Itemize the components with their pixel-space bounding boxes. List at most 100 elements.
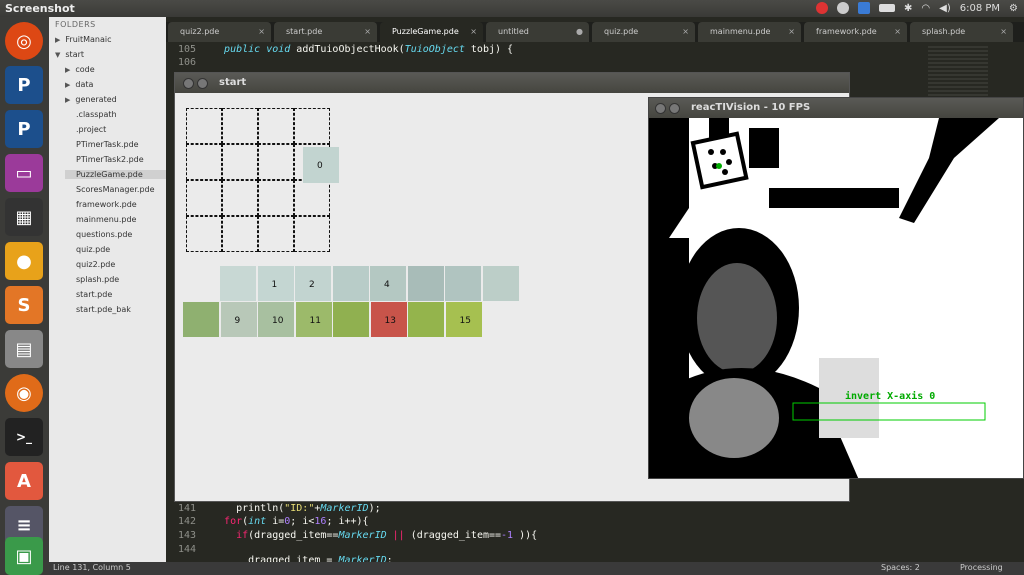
sidebar-item[interactable]: PTimerTask2.pde [65,155,166,164]
close-icon[interactable]: × [470,22,477,42]
sidebar-item[interactable]: ▶ data [65,80,166,89]
sidebar-item[interactable]: PuzzleGame.pde [65,170,166,179]
software-center-icon[interactable]: A [5,462,43,500]
puzzle-tile[interactable] [482,266,519,301]
file-cabinet-icon[interactable]: ▤ [5,330,43,368]
close-icon[interactable]: × [894,22,901,42]
grid-cell[interactable] [294,180,330,216]
close-icon[interactable]: × [364,22,371,42]
clock[interactable]: 6:08 PM [960,3,1000,14]
close-icon[interactable] [183,78,194,89]
editor-tab[interactable]: mainmenu.pde × [698,22,801,42]
terminal-icon[interactable]: >_ [5,418,43,456]
chevron-down-icon[interactable]: ▼ [55,51,60,59]
editor-tab[interactable]: untitled ● [486,22,589,42]
grid-cell[interactable] [222,108,258,144]
code-line[interactable]: public void addTuioObjectHook(TuioObject… [212,44,513,55]
sidebar-item[interactable]: start.pde_bak [65,305,166,314]
puzzle-tile[interactable] [407,266,444,301]
minimize-icon[interactable] [669,103,680,114]
puzzle-tile[interactable]: 4 [370,266,406,301]
grid-cell[interactable] [258,108,294,144]
ubuntu-home-icon[interactable]: ◎ [5,22,43,60]
grid-cell[interactable] [294,108,330,144]
indentation-setting[interactable]: Spaces: 2 [881,563,920,572]
sidebar-item[interactable]: ▼ start [55,50,166,59]
grid-cell[interactable] [258,144,294,180]
cloud-icon[interactable] [837,2,850,14]
chevron-right-icon[interactable]: ▶ [55,36,60,44]
close-icon[interactable]: × [788,22,795,42]
puzzle-tile[interactable]: 11 [295,302,332,337]
editor-tab[interactable]: start.pde × [274,22,377,42]
puzzle-tile[interactable]: 2 [295,266,331,301]
puzzle-tile[interactable] [333,302,369,337]
grid-cell[interactable] [222,180,258,216]
editor-tab[interactable]: splash.pde × [910,22,1013,42]
code-line[interactable]: for(int i=0; i<16; i++){ [212,516,369,527]
puzzle-tile[interactable]: 1 [257,266,294,301]
placed-tile[interactable]: 0 [303,147,339,183]
sidebar-item[interactable]: ScoresManager.pde [65,185,166,194]
processing-icon[interactable]: P [5,66,43,104]
firefox-icon[interactable]: ◉ [5,374,43,412]
bluetooth-icon[interactable]: ✱ [904,3,912,14]
editor-tab[interactable]: framework.pde × [804,22,907,42]
start-window-titlebar[interactable]: start [175,73,849,93]
sidebar-item[interactable]: ▶ generated [65,95,166,104]
sidebar-item[interactable]: mainmenu.pde [65,215,166,224]
sidebar-item[interactable]: questions.pde [65,230,166,239]
video-editor-icon[interactable]: ▦ [5,198,43,236]
chevron-right-icon[interactable]: ▶ [65,66,70,74]
twitter-client-icon[interactable]: ● [5,242,43,280]
close-icon[interactable]: × [682,22,689,42]
puzzle-tile[interactable]: 15 [445,302,482,337]
sidebar-item[interactable]: quiz.pde [65,245,166,254]
editor-tab[interactable]: quiz.pde × [592,22,695,42]
sidebar-item[interactable]: ▶ FruitManaic [55,35,166,44]
sidebar-item[interactable]: .project [65,125,166,134]
unsaved-dot-icon[interactable]: ● [576,22,583,42]
sublime-text-icon[interactable]: S [5,286,43,324]
puzzle-tile[interactable] [183,302,219,337]
battery-icon[interactable] [879,4,896,12]
processing-icon-2[interactable]: P [5,110,43,148]
sidebar-item[interactable]: ▶ code [65,65,166,74]
close-icon[interactable]: × [258,22,265,42]
reactivision-titlebar[interactable]: reacTIVision - 10 FPS [649,98,1023,118]
grid-cell[interactable] [186,144,222,180]
sidebar-item[interactable]: .classpath [65,110,166,119]
sidebar-item[interactable]: start.pde [65,290,166,299]
grid-cell[interactable] [294,216,330,252]
close-icon[interactable]: × [1000,22,1007,42]
volume-icon[interactable]: ◀) [939,3,951,14]
workspace-icon[interactable]: ▣ [5,537,43,575]
sidebar-item[interactable]: PTimerTask.pde [65,140,166,149]
puzzle-tile[interactable]: 9 [220,302,257,337]
close-icon[interactable] [655,103,666,114]
puzzle-tile[interactable] [445,266,481,301]
code-line[interactable]: println("ID:"+MarkerID); [212,503,381,514]
reactivision-window[interactable]: reacTIVision - 10 FPS invert X-axis 0 [648,97,1024,479]
grid-cell[interactable] [186,108,222,144]
puzzle-tile[interactable] [408,302,444,337]
grid-cell[interactable] [258,216,294,252]
mail-icon[interactable] [858,2,871,14]
sidebar-item[interactable]: splash.pde [65,275,166,284]
editor-tab[interactable]: quiz2.pde × [168,22,271,42]
chevron-right-icon[interactable]: ▶ [65,81,70,89]
screenshot-app-icon[interactable]: ▭ [5,154,43,192]
stop-icon[interactable] [816,2,829,14]
syntax-mode[interactable]: Processing [960,563,1003,572]
minimize-icon[interactable] [197,78,208,89]
gear-icon[interactable]: ⚙ [1009,3,1018,14]
grid-cell[interactable] [222,144,258,180]
sidebar-item[interactable]: framework.pde [65,200,166,209]
wifi-icon[interactable]: ◠ [921,3,930,14]
puzzle-tile[interactable] [332,266,369,301]
sidebar-item[interactable]: quiz2.pde [65,260,166,269]
puzzle-tile[interactable]: 13 [370,302,407,337]
grid-cell[interactable] [186,216,222,252]
grid-cell[interactable] [258,180,294,216]
grid-cell[interactable] [222,216,258,252]
